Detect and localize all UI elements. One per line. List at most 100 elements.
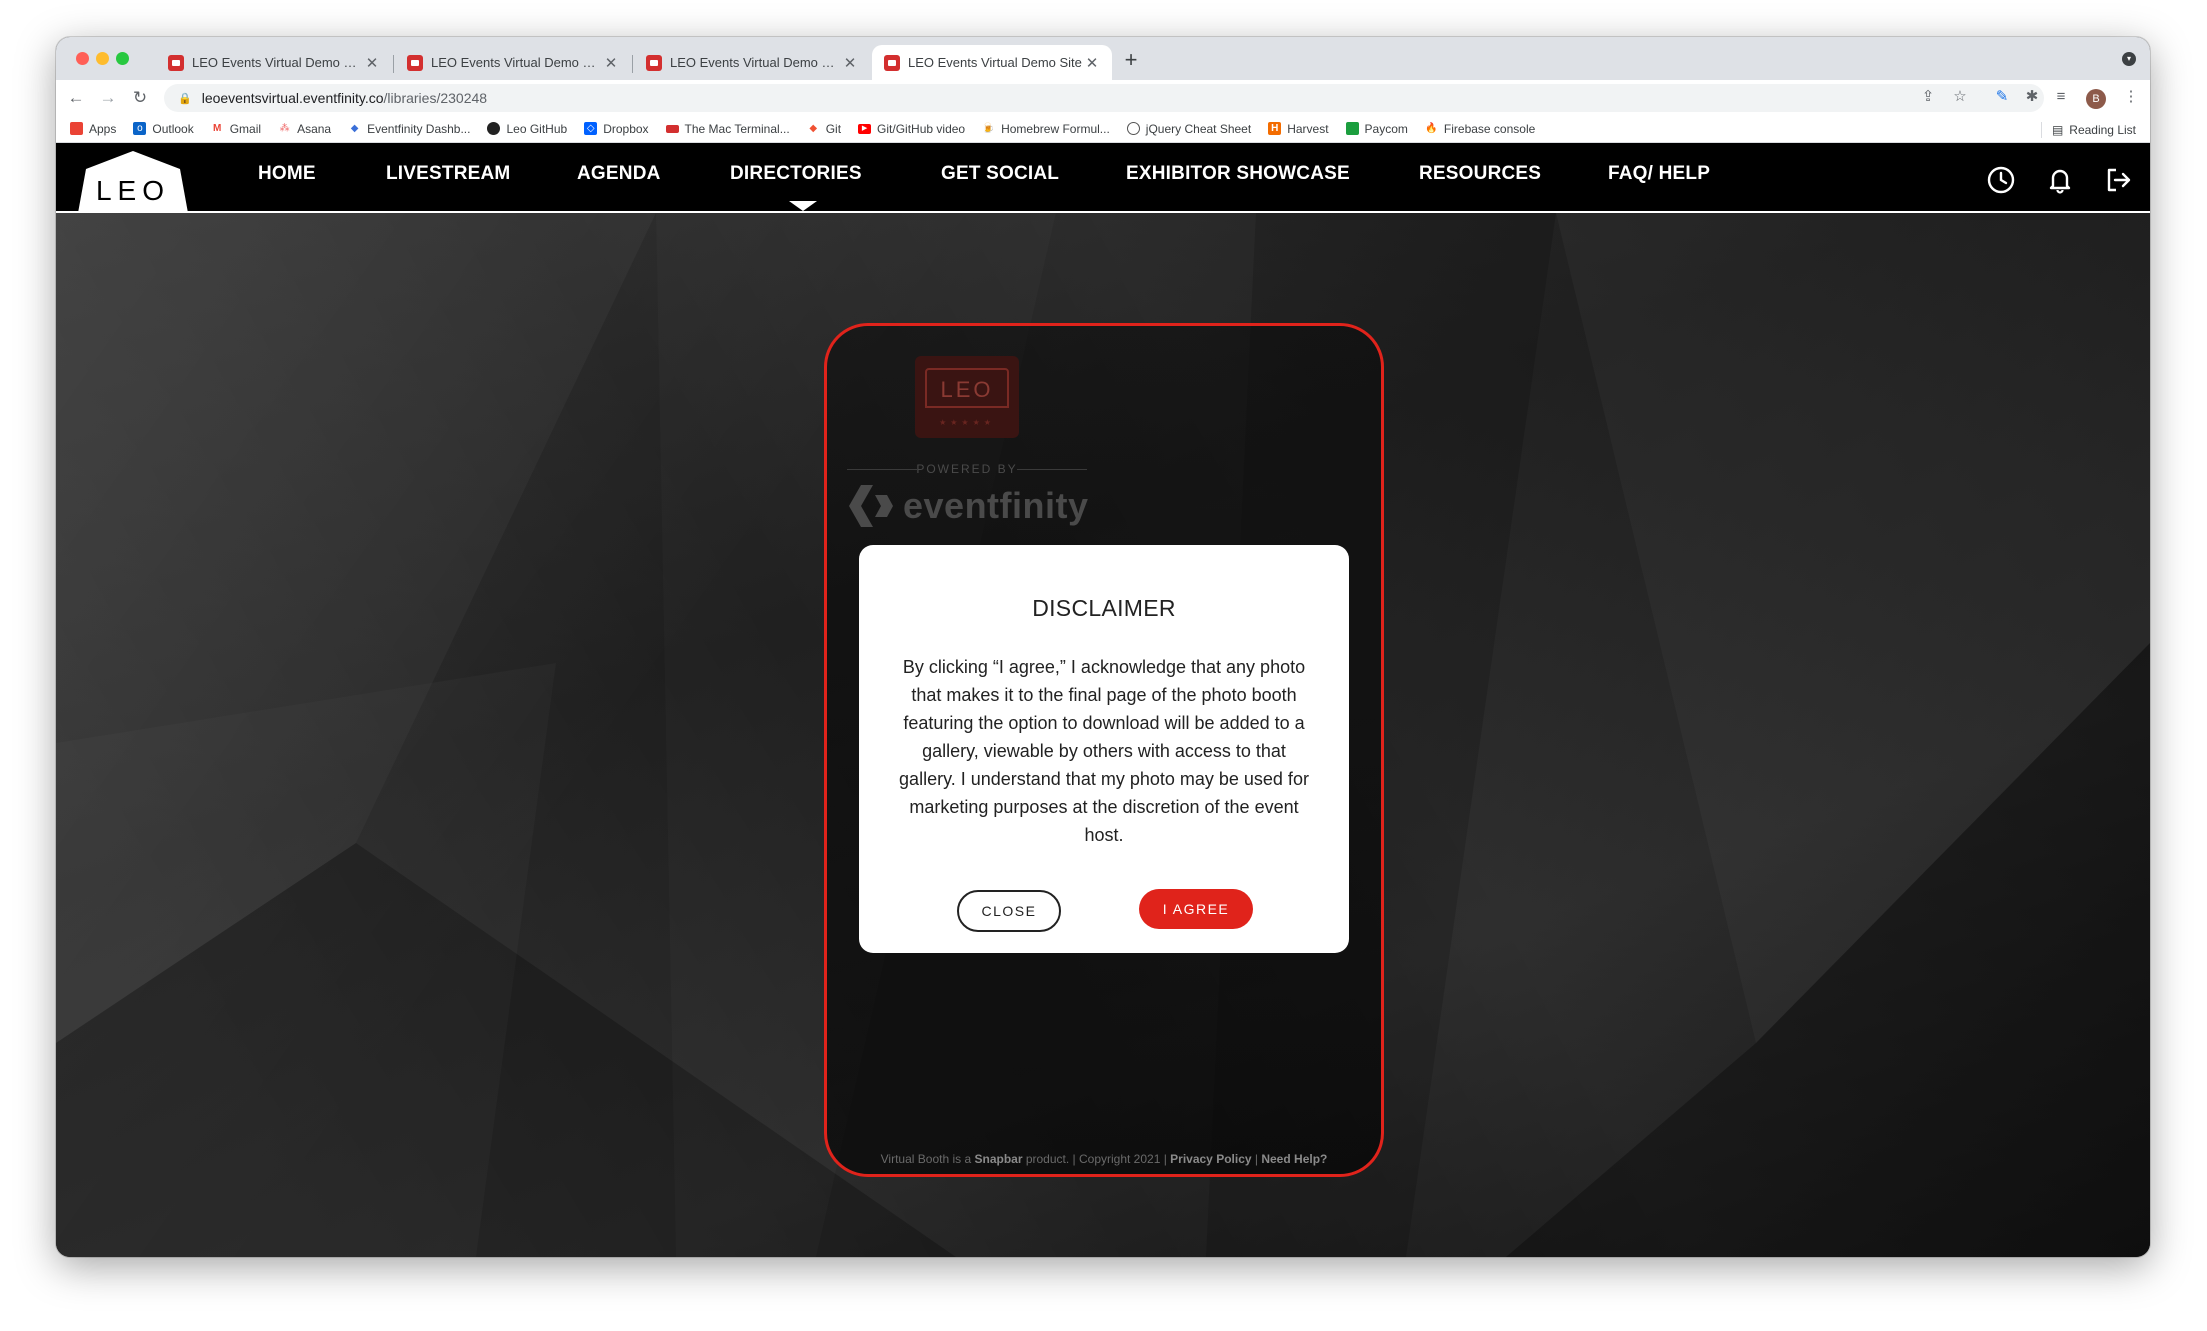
bookmark-harvest[interactable]: H Harvest — [1268, 121, 1329, 136]
terminal-icon — [665, 124, 679, 133]
forward-icon[interactable]: → — [96, 86, 120, 110]
logout-icon[interactable] — [2103, 165, 2133, 195]
bookmarks-bar: Apps o Outlook M Gmail ⁂ Asana ◆ Eventfinity… — [56, 115, 2150, 143]
tab-strip: LEO Events Virtual Demo Site ✕ LEO Event… — [56, 37, 2150, 80]
nav-home[interactable]: HOME — [258, 163, 316, 185]
bookmark-jquery[interactable]: jQuery Cheat Sheet — [1126, 122, 1251, 136]
bookmark-star-icon[interactable]: ☆ — [1949, 86, 1971, 108]
reload-icon[interactable]: ↻ — [128, 86, 152, 110]
leo-logo[interactable]: LEO — [76, 151, 190, 213]
agree-button[interactable]: I AGREE — [1139, 889, 1253, 929]
bookmark-dropbox[interactable]: ◇ Dropbox — [584, 122, 649, 136]
reading-list-label: Reading List — [2069, 123, 2136, 137]
firebase-icon: 🔥 — [1424, 122, 1438, 135]
tab-title: LEO Events Virtual Demo Site — [192, 55, 364, 70]
close-tab-icon[interactable]: ✕ — [364, 54, 380, 72]
site-page: LEO HOME LIVESTREAM AGENDA DIRECTORIES G… — [56, 143, 2150, 1257]
bookmark-firebase[interactable]: 🔥 Firebase console — [1424, 122, 1535, 136]
dropbox-icon: ◇ — [584, 122, 598, 135]
outlook-icon: o — [133, 122, 147, 135]
powered-by-label: POWERED BY — [847, 462, 1087, 476]
nav-exhibitor-showcase[interactable]: EXHIBITOR SHOWCASE — [1126, 163, 1350, 185]
browser-toolbar: ← → ↻ 🔒 leoeventsvirtual.eventfinity.co /… — [56, 80, 2150, 115]
tab-separator — [393, 55, 394, 73]
bookmark-git-video[interactable]: ▶ Git/GitHub video — [858, 122, 965, 136]
bookmark-gmail[interactable]: M Gmail — [210, 121, 262, 136]
eventfinity-logo: eventfinity — [847, 481, 1089, 531]
bookmark-label: Leo GitHub — [506, 121, 568, 136]
browser-tab-active[interactable]: LEO Events Virtual Demo Site ✕ — [872, 45, 1112, 80]
footer-separator: | — [1251, 1152, 1262, 1166]
footer-text: Virtual Booth is a — [880, 1152, 975, 1166]
profile-avatar[interactable]: B — [2086, 89, 2106, 109]
bookmark-label: Apps — [89, 121, 117, 136]
back-icon[interactable]: ← — [64, 86, 88, 110]
nav-faq-help[interactable]: FAQ/ HELP — [1608, 163, 1710, 185]
leo-favicon-icon — [646, 54, 662, 71]
tab-separator — [632, 55, 633, 73]
bookmark-label: Paycom — [1364, 121, 1408, 136]
url-host: leoeventsvirtual.eventfinity.co — [201, 90, 384, 106]
browser-tab[interactable]: LEO Events Virtual Demo Site ✕ — [156, 45, 392, 80]
zoom-window-button[interactable] — [116, 52, 129, 65]
tab-title: LEO Events Virtual Demo Site — [431, 55, 603, 70]
close-window-button[interactable] — [76, 52, 89, 65]
nav-directories[interactable]: DIRECTORIES — [730, 163, 862, 185]
close-tab-icon[interactable]: ✕ — [603, 54, 619, 72]
youtube-icon: ▶ — [858, 123, 872, 134]
kebab-menu-icon[interactable]: ⋮ — [2120, 86, 2142, 108]
bookmark-label: Gmail — [229, 121, 262, 136]
privacy-policy-link[interactable]: Privacy Policy — [1170, 1152, 1251, 1166]
new-tab-icon[interactable]: + — [1116, 47, 1146, 73]
bookmark-apps[interactable]: Apps — [70, 122, 116, 136]
snapbar-link[interactable]: Snapbar — [974, 1152, 1022, 1166]
harvest-icon: H — [1268, 122, 1282, 135]
bookmark-label: The Mac Terminal... — [684, 121, 790, 136]
footer-text: product. | Copyright 2021 | — [1022, 1152, 1171, 1166]
share-icon[interactable]: ⇪ — [1917, 86, 1939, 108]
leo-favicon-icon — [884, 54, 900, 71]
homebrew-icon: 🍺 — [982, 122, 996, 135]
need-help-link[interactable]: Need Help? — [1261, 1152, 1327, 1166]
browser-window: LEO Events Virtual Demo Site ✕ LEO Event… — [56, 37, 2150, 1257]
extension-icon[interactable]: ✎ — [1991, 86, 2013, 108]
tab-title: LEO Events Virtual Demo Site — [908, 55, 1082, 70]
eventfinity-mark-icon — [849, 485, 893, 527]
clock-icon[interactable] — [1986, 165, 2016, 195]
site-nav-bar: LEO HOME LIVESTREAM AGENDA DIRECTORIES G… — [56, 143, 2150, 213]
bookmark-label: Git/GitHub video — [877, 121, 966, 136]
reading-list[interactable]: ▤ Reading List — [2040, 122, 2136, 138]
tab-search-icon[interactable]: ▾ — [2122, 52, 2136, 66]
bookmark-git[interactable]: ◆ Git — [806, 122, 841, 136]
bookmark-outlook[interactable]: o Outlook — [133, 122, 194, 136]
nav-agenda[interactable]: AGENDA — [577, 163, 661, 185]
apps-grid-icon — [70, 122, 83, 135]
nav-livestream[interactable]: LIVESTREAM — [386, 163, 510, 185]
close-button[interactable]: CLOSE — [957, 890, 1061, 932]
browser-tab[interactable]: LEO Events Virtual Demo Site ✕ — [634, 45, 870, 80]
bookmark-homebrew[interactable]: 🍺 Homebrew Formul... — [982, 122, 1110, 136]
browser-tab[interactable]: LEO Events Virtual Demo Site ✕ — [395, 45, 631, 80]
bookmark-paycom[interactable]: Paycom — [1345, 121, 1408, 136]
nav-resources[interactable]: RESOURCES — [1419, 163, 1541, 185]
paycom-icon — [1345, 122, 1359, 135]
address-bar[interactable]: 🔒 leoeventsvirtual.eventfinity.co/librar… — [164, 84, 2044, 112]
minimize-window-button[interactable] — [96, 52, 109, 65]
nav-get-social[interactable]: GET SOCIAL — [941, 163, 1059, 185]
reading-list-icon: ▤ — [2051, 123, 2064, 137]
disclaimer-modal: DISCLAIMER By clicking “I agree,” I ackn… — [859, 545, 1349, 953]
bookmark-asana[interactable]: ⁂ Asana — [278, 122, 331, 136]
tab-title: LEO Events Virtual Demo Site — [670, 55, 842, 70]
bookmark-leo-github[interactable]: Leo GitHub — [487, 122, 567, 136]
bell-icon[interactable] — [2045, 165, 2075, 195]
close-tab-icon[interactable]: ✕ — [1084, 54, 1100, 72]
extensions-puzzle-icon[interactable]: ✱ — [2021, 86, 2043, 108]
divider — [2040, 122, 2042, 138]
media-queue-icon[interactable]: ≡ — [2050, 86, 2072, 108]
bookmark-label: Harvest — [1287, 121, 1329, 136]
bookmark-eventfinity[interactable]: ◆ Eventfinity Dashb... — [348, 122, 470, 136]
close-tab-icon[interactable]: ✕ — [842, 54, 858, 72]
bookmark-label: Asana — [297, 121, 332, 136]
url-path: /libraries/230248 — [383, 90, 488, 106]
bookmark-mac-terminal[interactable]: The Mac Terminal... — [665, 121, 790, 136]
